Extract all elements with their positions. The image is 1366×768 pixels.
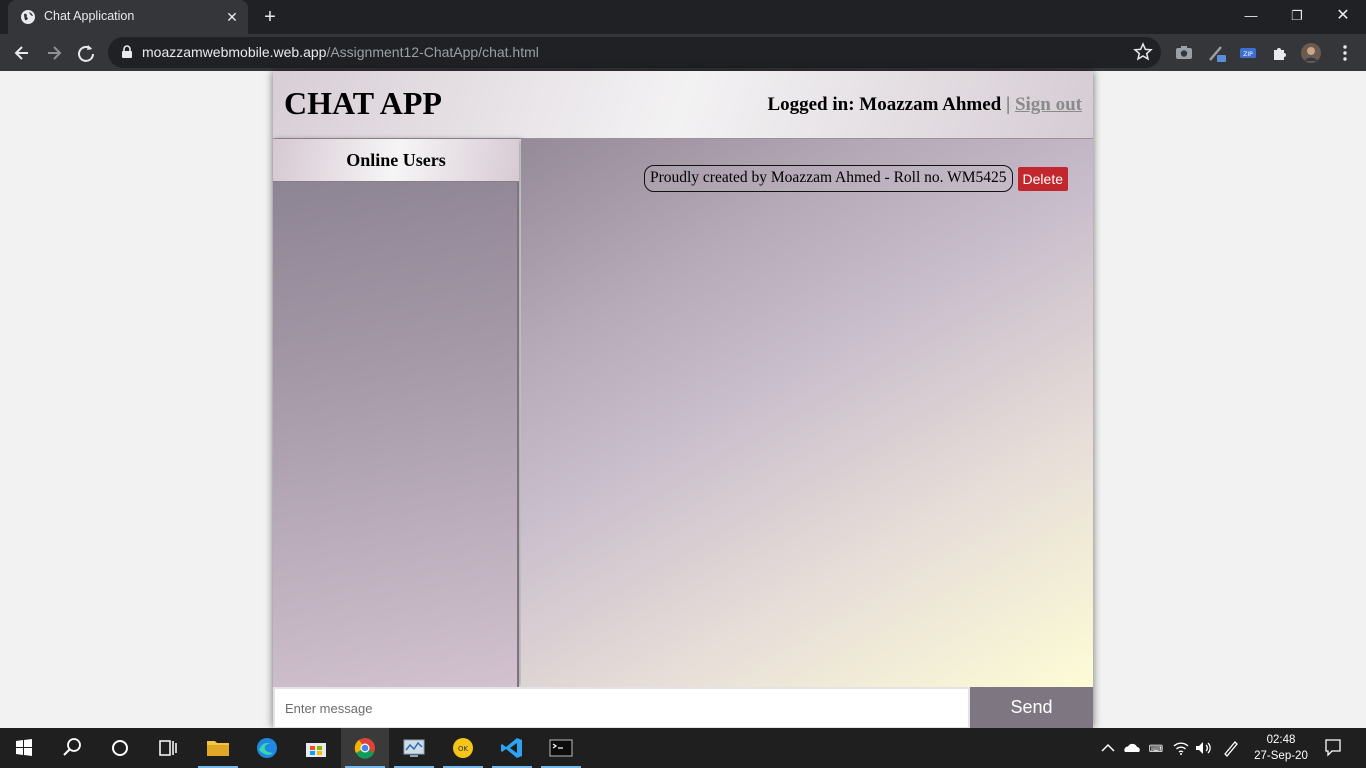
pen-workspace-icon[interactable]: [1221, 738, 1241, 758]
edge-icon[interactable]: [243, 728, 291, 768]
chrome-icon: [354, 738, 375, 759]
zip-extension-icon[interactable]: ZIP: [1237, 42, 1259, 64]
svg-text:⌨: ⌨: [1149, 744, 1163, 755]
browser-toolbar: moazzamwebmobile.web.app/Assignment12-Ch…: [0, 34, 1366, 71]
profile-avatar[interactable]: [1300, 42, 1322, 64]
svg-text:OK: OK: [458, 745, 469, 753]
url-path: /Assignment12-ChatApp/chat.html: [326, 44, 539, 60]
minimize-button[interactable]: —: [1228, 0, 1274, 32]
url-text: moazzamwebmobile.web.app/Assignment12-Ch…: [142, 44, 539, 60]
send-button[interactable]: Send: [970, 687, 1093, 728]
file-explorer-app[interactable]: [194, 728, 242, 768]
input-language-icon[interactable]: ⌨: [1146, 738, 1166, 758]
bookmark-star-icon[interactable]: [1133, 42, 1153, 62]
performance-monitor-icon: [403, 739, 425, 757]
restore-button[interactable]: ❐: [1274, 0, 1320, 32]
tray-expand-icon[interactable]: [1098, 738, 1118, 758]
puzzle-extensions-icon[interactable]: [1269, 42, 1291, 64]
monitor-app[interactable]: [390, 728, 438, 768]
address-bar[interactable]: moazzamwebmobile.web.app/Assignment12-Ch…: [108, 37, 1161, 68]
taskbar: OK ⌨ 02:48 27-Sep-20: [0, 728, 1366, 768]
emoji-app[interactable]: OK: [439, 728, 487, 768]
back-icon[interactable]: [8, 39, 36, 67]
volume-icon[interactable]: [1193, 738, 1213, 758]
pen-extension-icon[interactable]: [1206, 42, 1228, 64]
clock-date: 27-Sep-20: [1254, 750, 1308, 762]
message-input[interactable]: [275, 689, 968, 727]
folder-icon: [207, 741, 229, 756]
message-area[interactable]: Proudly created by Moazzam Ahmed - Roll …: [521, 139, 1093, 687]
notifications-icon[interactable]: [1323, 737, 1343, 757]
vscode-icon: [501, 738, 522, 758]
task-view-icon[interactable]: [144, 728, 192, 768]
system-clock[interactable]: 02:48 27-Sep-20: [1248, 732, 1314, 764]
new-tab-button[interactable]: +: [258, 6, 282, 30]
login-status: Logged in: Moazzam Ahmed | Sign out: [767, 94, 1082, 116]
online-users-panel: Online Users: [273, 139, 519, 687]
terminal-app[interactable]: [537, 728, 585, 768]
close-window-button[interactable]: ✕: [1320, 0, 1366, 32]
windows-start-icon[interactable]: [0, 728, 48, 768]
onedrive-icon[interactable]: [1122, 738, 1142, 758]
smiley-app-icon: OK: [453, 738, 473, 758]
sign-out-link[interactable]: Sign out: [1015, 94, 1082, 115]
cortana-icon[interactable]: [96, 728, 144, 768]
globe-icon: [21, 10, 35, 24]
chat-app: CHAT APP Logged in: Moazzam Ahmed | Sign…: [273, 71, 1093, 728]
message-row: Proudly created by Moazzam Ahmed - Roll …: [643, 165, 1068, 192]
app-header: CHAT APP Logged in: Moazzam Ahmed | Sign…: [273, 71, 1093, 139]
store-icon[interactable]: [292, 728, 340, 768]
tab-title: Chat Application: [44, 9, 135, 23]
delete-message-button[interactable]: Delete: [1017, 166, 1068, 191]
menu-kebab-icon[interactable]: [1334, 42, 1356, 64]
message-composer: Send: [273, 687, 1093, 728]
online-users-header: Online Users: [273, 139, 519, 182]
vscode-app[interactable]: [488, 728, 536, 768]
chrome-app[interactable]: [341, 728, 389, 768]
message-bubble: Proudly created by Moazzam Ahmed - Roll …: [643, 165, 1013, 192]
online-users-title: Online Users: [346, 150, 446, 170]
logged-in-label: Logged in: Moazzam Ahmed: [767, 94, 1002, 115]
tab-close-icon[interactable]: ✕: [222, 7, 242, 27]
forward-icon[interactable]: [40, 39, 68, 67]
separator: |: [1006, 94, 1011, 115]
clock-time: 02:48: [1266, 734, 1296, 746]
wifi-icon[interactable]: [1171, 738, 1191, 758]
search-icon[interactable]: [48, 728, 96, 768]
camera-extension-icon[interactable]: [1173, 42, 1195, 64]
url-host: moazzamwebmobile.web.app: [142, 44, 327, 60]
svg-text:ZIP: ZIP: [1243, 51, 1253, 58]
terminal-icon: [549, 739, 573, 757]
lock-icon: [122, 45, 132, 58]
app-title: CHAT APP: [284, 85, 442, 121]
browser-tab-bar: Chat Application ✕ + — ❐ ✕: [0, 0, 1366, 34]
reload-icon[interactable]: [72, 39, 100, 67]
browser-tab[interactable]: Chat Application ✕: [8, 0, 248, 34]
